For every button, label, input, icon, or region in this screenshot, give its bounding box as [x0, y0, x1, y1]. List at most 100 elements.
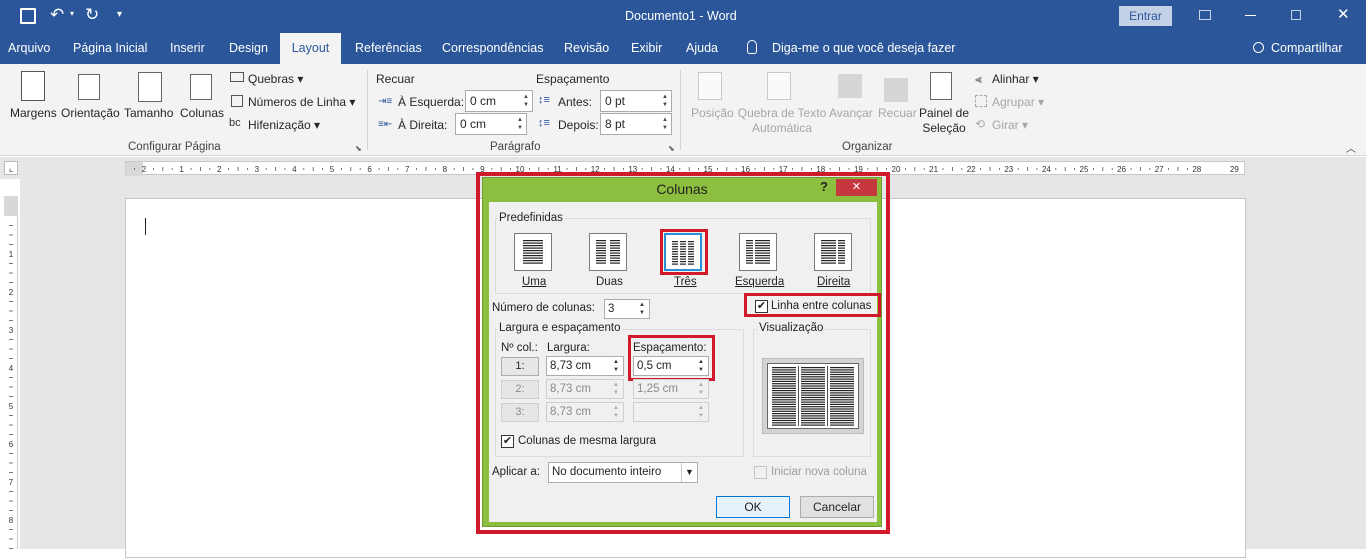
ruler-number: 20	[892, 165, 901, 174]
collapse-ribbon-icon[interactable]: ︿	[1346, 140, 1356, 155]
save-icon[interactable]	[20, 8, 36, 24]
rotate-button[interactable]: Girar ▾	[992, 118, 1028, 132]
bring-forward-button[interactable]: Avançar	[829, 106, 873, 120]
size-icon	[138, 72, 162, 102]
ruler-number: 2	[217, 165, 222, 174]
spacing-before-label: Antes:	[558, 95, 593, 109]
preset-three-label[interactable]: Três	[674, 276, 697, 288]
preset-one[interactable]	[514, 233, 552, 271]
columns-icon	[190, 74, 212, 100]
tab-correspondencias[interactable]: Correspondências	[442, 33, 543, 64]
vruler-number: 5	[9, 402, 14, 411]
ruler-number: 1	[179, 165, 184, 174]
restore-icon[interactable]	[1291, 10, 1301, 20]
send-backward-button[interactable]: Recuar	[878, 106, 917, 120]
breaks-icon	[230, 72, 244, 82]
help-button[interactable]: ?	[820, 179, 828, 194]
page-setup-launcher-icon[interactable]: ⬊	[355, 144, 362, 153]
vruler-number: 2	[9, 288, 14, 297]
num-columns-input[interactable]: 3 ▲ ▼	[604, 299, 650, 319]
two-columns-icon	[596, 240, 620, 264]
tab-referencias[interactable]: Referências	[355, 33, 422, 64]
column-1-button[interactable]: 1:	[501, 357, 539, 376]
position-button[interactable]: Posição	[691, 106, 734, 120]
ruler-number: 24	[1042, 165, 1051, 174]
tell-me-search[interactable]: Diga-me o que você deseja fazer	[772, 33, 955, 64]
spacing-after-label: Depois:	[558, 118, 599, 132]
spacing-highlight	[628, 335, 715, 381]
ribbon-display-icon[interactable]	[1199, 10, 1211, 20]
ruler-number: 8	[443, 165, 448, 174]
equal-width-checkbox[interactable]: ✔	[501, 435, 514, 448]
indent-left-input[interactable]: 0 cm ▲ ▼	[465, 90, 533, 112]
tab-pagina-inicial[interactable]: Página Inicial	[73, 33, 147, 64]
orientation-button[interactable]: Orientação	[61, 106, 120, 120]
ruler-number: 3	[255, 165, 260, 174]
ruler-number: 25	[1080, 165, 1089, 174]
apply-to-select[interactable]: No documento inteiro ▼	[548, 462, 698, 483]
preset-left-label[interactable]: Esquerda	[735, 276, 784, 288]
wrap-text-button[interactable]: Quebra de Texto Automática	[737, 106, 827, 136]
vruler-number: 7	[9, 478, 14, 487]
ruler-number: 26	[1117, 165, 1126, 174]
tab-inserir[interactable]: Inserir	[170, 33, 205, 64]
indent-right-input[interactable]: 0 cm ▲ ▼	[455, 113, 527, 135]
column-3-button: 3:	[501, 403, 539, 422]
vertical-ruler-ticks: 1 2 3 4 5 6 7 8	[4, 196, 18, 549]
tab-design[interactable]: Design	[229, 33, 268, 64]
ruler-number: 21	[929, 165, 938, 174]
tab-arquivo[interactable]: Arquivo	[8, 33, 50, 64]
preset-one-label[interactable]: Uma	[522, 276, 546, 288]
spacing-after-input[interactable]: 8 pt ▲ ▼	[600, 113, 672, 135]
minimize-icon[interactable]	[1245, 15, 1256, 16]
indent-right-icon: ≡⇤	[378, 119, 393, 130]
ruler-number: 4	[292, 165, 297, 174]
tab-exibir[interactable]: Exibir	[631, 33, 662, 64]
preset-two[interactable]	[589, 233, 627, 271]
line-numbers-button[interactable]: Números de Linha ▾	[248, 95, 355, 109]
tab-ajuda[interactable]: Ajuda	[686, 33, 718, 64]
align-button[interactable]: Alinhar ▾	[992, 72, 1039, 86]
right-column-icon	[821, 240, 845, 264]
columns-button[interactable]: Colunas	[180, 106, 224, 120]
close-icon[interactable]: ✕	[1337, 5, 1350, 23]
preset-two-label[interactable]: Duas	[596, 276, 623, 288]
margins-button[interactable]: Margens	[10, 106, 57, 120]
size-button[interactable]: Tamanho	[124, 106, 173, 120]
width-spacing-label: Largura e espaçamento	[497, 322, 623, 334]
preset-right-label[interactable]: Direita	[817, 276, 850, 288]
breaks-button[interactable]: Quebras ▾	[248, 72, 303, 86]
paragraph-launcher-icon[interactable]: ⬊	[668, 144, 675, 153]
equal-width-label[interactable]: Colunas de mesma largura	[518, 435, 656, 447]
customize-toolbar-icon[interactable]: ▾	[117, 9, 122, 20]
preset-left[interactable]	[739, 233, 777, 271]
ruler-number: 23	[1004, 165, 1013, 174]
vertical-ruler[interactable]: 1 2 3 4 5 6 7 8	[4, 196, 18, 549]
selection-pane-button[interactable]: Painel de Seleção	[918, 106, 970, 136]
bring-forward-icon	[838, 74, 862, 98]
share-button[interactable]: Compartilhar	[1271, 33, 1343, 64]
vruler-number: 8	[9, 516, 14, 525]
ruler-number: 29	[1230, 165, 1239, 174]
one-column-icon	[523, 240, 543, 264]
vruler-number: 6	[9, 440, 14, 449]
left-column-icon	[746, 240, 770, 264]
undo-icon[interactable]: ↶	[50, 5, 64, 25]
ok-button[interactable]: OK	[716, 496, 790, 518]
redo-icon[interactable]: ↻	[85, 5, 99, 25]
cancel-button[interactable]: Cancelar	[800, 496, 874, 518]
signin-button[interactable]: Entrar	[1119, 6, 1172, 26]
preset-right[interactable]	[814, 233, 852, 271]
tab-revisao[interactable]: Revisão	[564, 33, 609, 64]
spacing-before-icon: ↕≡	[538, 94, 550, 106]
selection-pane-icon	[930, 72, 952, 100]
column-1-width-input[interactable]: 8,73 cm ▲ ▼	[546, 356, 624, 376]
group-button[interactable]: Agrupar ▾	[992, 95, 1044, 109]
dialog-close-button[interactable]: ✕	[836, 179, 877, 196]
tab-layout[interactable]: Layout	[280, 33, 341, 64]
spacing-before-input[interactable]: 0 pt ▲ ▼	[600, 90, 672, 112]
tab-selector-icon[interactable]: ⌞	[4, 161, 18, 175]
hyphenation-button[interactable]: Hifenização ▾	[248, 118, 320, 132]
undo-dropdown-icon[interactable]: ▾	[70, 9, 74, 18]
new-column-label: Iniciar nova coluna	[771, 466, 867, 478]
